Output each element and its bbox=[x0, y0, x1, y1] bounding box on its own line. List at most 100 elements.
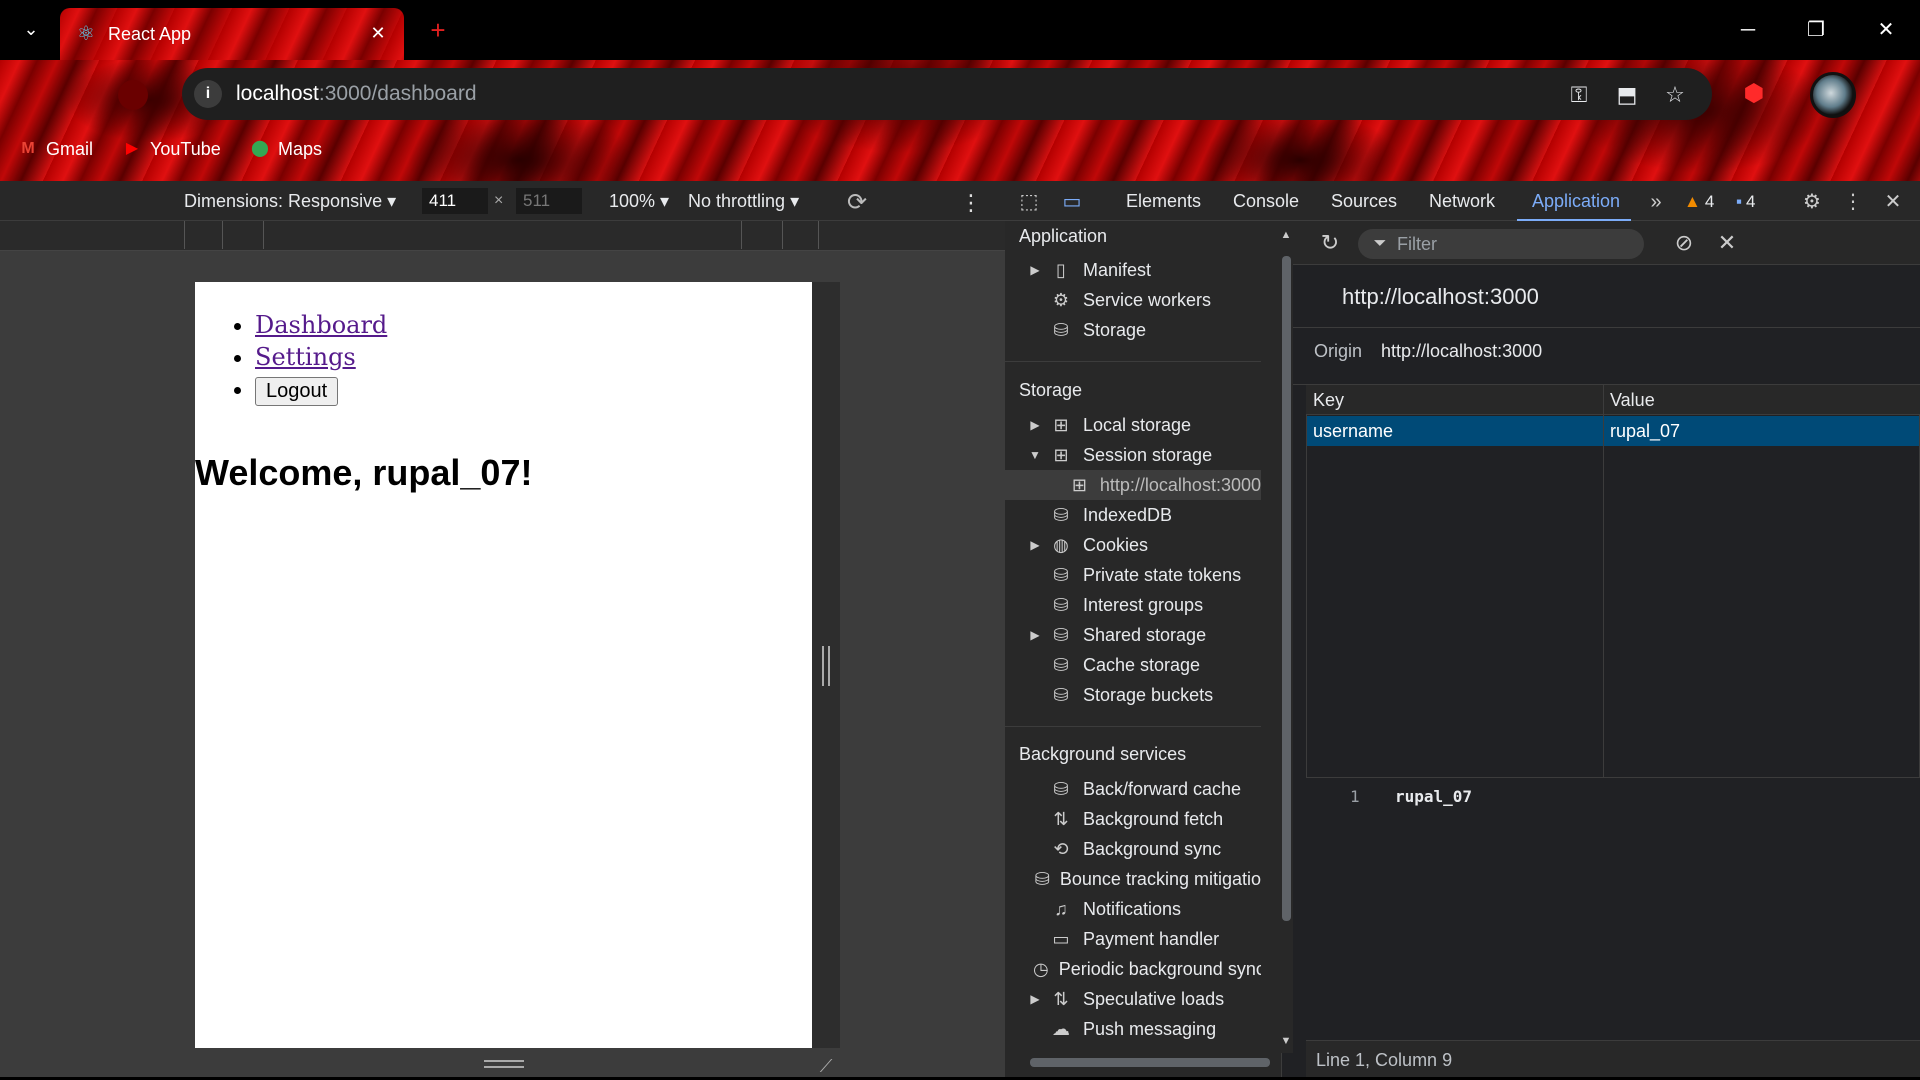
sidebar-item-storage[interactable]: ⛁ Storage bbox=[1005, 315, 1261, 345]
sidebar-hscroll-thumb[interactable] bbox=[1030, 1058, 1270, 1067]
device-toggle-icon[interactable]: ▭ bbox=[1059, 189, 1085, 215]
sidebar-item-session-storage[interactable]: ▼ ⊞ Session storage bbox=[1005, 440, 1261, 470]
media-query-marker[interactable] bbox=[263, 221, 264, 249]
tab-close-icon[interactable]: ✕ bbox=[366, 21, 390, 45]
site-info-icon[interactable]: i bbox=[194, 80, 222, 108]
column-value-header[interactable]: Value bbox=[1610, 390, 1655, 411]
throttling-select[interactable]: No throttling ▾ bbox=[688, 191, 799, 211]
address-url[interactable]: localhost:3000/dashboard bbox=[236, 81, 477, 107]
sidebar-item-indexeddb[interactable]: ⛁ IndexedDB bbox=[1005, 500, 1261, 530]
more-tabs-icon[interactable]: » bbox=[1643, 189, 1669, 215]
bookmark-gmail[interactable]: M Gmail bbox=[18, 135, 93, 163]
sidebar-item-shared-storage[interactable]: ▶ ⛁ Shared storage bbox=[1005, 620, 1261, 650]
logout-button[interactable]: Logout bbox=[255, 377, 339, 406]
corner-resize-icon[interactable]: ⟋ bbox=[816, 1056, 836, 1076]
sidebar-item-push-messaging[interactable]: ☁ Push messaging bbox=[1005, 1014, 1261, 1044]
sidebar-item-manifest[interactable]: ▶ ▯ Manifest bbox=[1005, 255, 1261, 285]
sidebar-item-background-sync[interactable]: ⟲ Background sync bbox=[1005, 834, 1261, 864]
sidebar-scroll-thumb[interactable] bbox=[1282, 256, 1291, 921]
sidebar-item-speculative-loads[interactable]: ▶ ⇅ Speculative loads bbox=[1005, 984, 1261, 1014]
tab-network[interactable]: Network bbox=[1429, 191, 1495, 211]
minimize-icon[interactable]: ─ bbox=[1728, 14, 1768, 46]
devtools-menu-icon[interactable]: ⋮ bbox=[1840, 189, 1866, 215]
bookmark-star-icon[interactable]: ☆ bbox=[1660, 80, 1690, 110]
sidebar-item-storage-buckets[interactable]: ⛁ Storage buckets bbox=[1005, 680, 1261, 710]
sidebar-item-cache-storage[interactable]: ⛁ Cache storage bbox=[1005, 650, 1261, 680]
row-key-cell[interactable]: username bbox=[1313, 421, 1393, 442]
sidebar-item-interest-groups[interactable]: ⛁ Interest groups bbox=[1005, 590, 1261, 620]
resize-grip-icon[interactable] bbox=[822, 646, 830, 686]
tab-console[interactable]: Console bbox=[1233, 191, 1299, 211]
sidebar-item-service-workers[interactable]: ⚙ Service workers bbox=[1005, 285, 1261, 315]
tab-react-app[interactable]: ⚛ React App ✕ bbox=[60, 8, 404, 60]
bookmark-youtube[interactable]: ▶ YouTube bbox=[122, 135, 221, 163]
column-divider[interactable] bbox=[1603, 385, 1604, 778]
sidebar-item-private-state-tokens[interactable]: ⛁ Private state tokens bbox=[1005, 560, 1261, 590]
media-query-marker[interactable] bbox=[184, 221, 185, 249]
tab-application[interactable]: Application bbox=[1532, 191, 1620, 211]
refresh-icon[interactable]: ↻ bbox=[1316, 229, 1344, 257]
dimensions-select[interactable]: Dimensions: Responsive ▾ bbox=[184, 191, 396, 211]
gmail-icon: M bbox=[21, 140, 35, 157]
maps-icon: ⬤ bbox=[251, 140, 269, 157]
rotate-icon[interactable]: ⟳ bbox=[842, 188, 872, 218]
warnings-badge[interactable]: ▲ 4 bbox=[1684, 190, 1714, 214]
dashboard-link[interactable]: Dashboard bbox=[255, 311, 387, 339]
bookmark-maps[interactable]: ⬤ Maps bbox=[250, 135, 322, 163]
key-icon[interactable]: ⚿ bbox=[1564, 80, 1594, 110]
emulated-page: Dashboard Settings Logout Welcome, rupal… bbox=[195, 282, 812, 1048]
zoom-select[interactable]: 100% ▾ bbox=[609, 191, 669, 211]
sidebar-item-cookies[interactable]: ▶ ◍ Cookies bbox=[1005, 530, 1261, 560]
sidebar-item-session-origin[interactable]: ⊞ http://localhost:3000 bbox=[1005, 470, 1261, 500]
message-icon: ▪ bbox=[1736, 192, 1743, 211]
column-key-header[interactable]: Key bbox=[1313, 390, 1344, 411]
tab-sources[interactable]: Sources bbox=[1331, 191, 1397, 211]
close-devtools-icon[interactable]: ✕ bbox=[1880, 189, 1906, 215]
clear-all-icon[interactable]: ⊘ bbox=[1670, 229, 1698, 257]
address-bar[interactable]: i localhost:3000/dashboard ⚿ ⬒ ☆ bbox=[182, 68, 1712, 120]
profile-avatar[interactable] bbox=[1810, 72, 1856, 118]
restore-icon[interactable]: ❐ bbox=[1796, 14, 1836, 46]
media-query-marker[interactable] bbox=[741, 221, 742, 249]
media-query-marker[interactable] bbox=[782, 221, 783, 249]
scroll-up-icon[interactable]: ▲ bbox=[1280, 228, 1292, 242]
row-value-cell[interactable]: rupal_07 bbox=[1610, 421, 1680, 442]
sidebar-item-payment-handler[interactable]: ▭ Payment handler bbox=[1005, 924, 1261, 954]
chrome-logo-icon[interactable] bbox=[118, 80, 148, 110]
settings-gear-icon[interactable]: ⚙ bbox=[1799, 189, 1825, 215]
close-window-icon[interactable]: ✕ bbox=[1866, 14, 1906, 46]
sidebar-item-bounce-tracking[interactable]: ⛁ Bounce tracking mitigatio bbox=[1005, 864, 1261, 894]
media-query-bar[interactable] bbox=[0, 221, 1005, 251]
tab-elements[interactable]: Elements bbox=[1126, 191, 1201, 211]
database-icon: ⛁ bbox=[1053, 564, 1069, 585]
table-icon: ⊞ bbox=[1053, 444, 1069, 465]
media-query-marker[interactable] bbox=[222, 221, 223, 249]
origin-label: Origin bbox=[1314, 341, 1363, 361]
more-options-icon[interactable]: ⋮ bbox=[960, 188, 982, 218]
section-application-title: Application bbox=[1019, 226, 1108, 246]
nav-list: Dashboard Settings Logout bbox=[255, 309, 387, 406]
extension-icon[interactable]: ⬢ bbox=[1738, 78, 1770, 110]
preview-value[interactable]: rupal_07 bbox=[1395, 787, 1472, 806]
sidebar-item-notifications[interactable]: ♫ Notifications bbox=[1005, 894, 1261, 924]
sidebar-item-background-fetch[interactable]: ⇅ Background fetch bbox=[1005, 804, 1261, 834]
width-input[interactable]: 411 bbox=[422, 188, 488, 214]
sidebar-item-back-forward-cache[interactable]: ⛁ Back/forward cache bbox=[1005, 774, 1261, 804]
filter-placeholder[interactable]: Filter bbox=[1397, 232, 1437, 256]
install-app-icon[interactable]: ⬒ bbox=[1612, 80, 1642, 110]
settings-link[interactable]: Settings bbox=[255, 343, 356, 371]
new-tab-plus-icon[interactable]: + bbox=[424, 16, 452, 44]
messages-badge[interactable]: ▪ 4 bbox=[1736, 190, 1756, 214]
section-background-title: Background services bbox=[1019, 744, 1187, 764]
media-query-marker[interactable] bbox=[818, 221, 819, 249]
divider bbox=[1005, 726, 1261, 727]
resize-grip-icon[interactable] bbox=[484, 1060, 524, 1068]
tab-search-chevron-icon[interactable]: ⌄ bbox=[18, 16, 44, 42]
height-input[interactable]: 511 bbox=[516, 188, 582, 214]
section-storage-title: Storage bbox=[1019, 380, 1083, 400]
delete-selected-icon[interactable]: ✕ bbox=[1713, 229, 1741, 257]
inspect-element-icon[interactable]: ⬚ bbox=[1016, 189, 1042, 215]
scroll-down-icon[interactable]: ▼ bbox=[1280, 1034, 1292, 1048]
sidebar-item-local-storage[interactable]: ▶ ⊞ Local storage bbox=[1005, 410, 1261, 440]
sidebar-item-periodic-sync[interactable]: ◷ Periodic background sync bbox=[1005, 954, 1261, 984]
